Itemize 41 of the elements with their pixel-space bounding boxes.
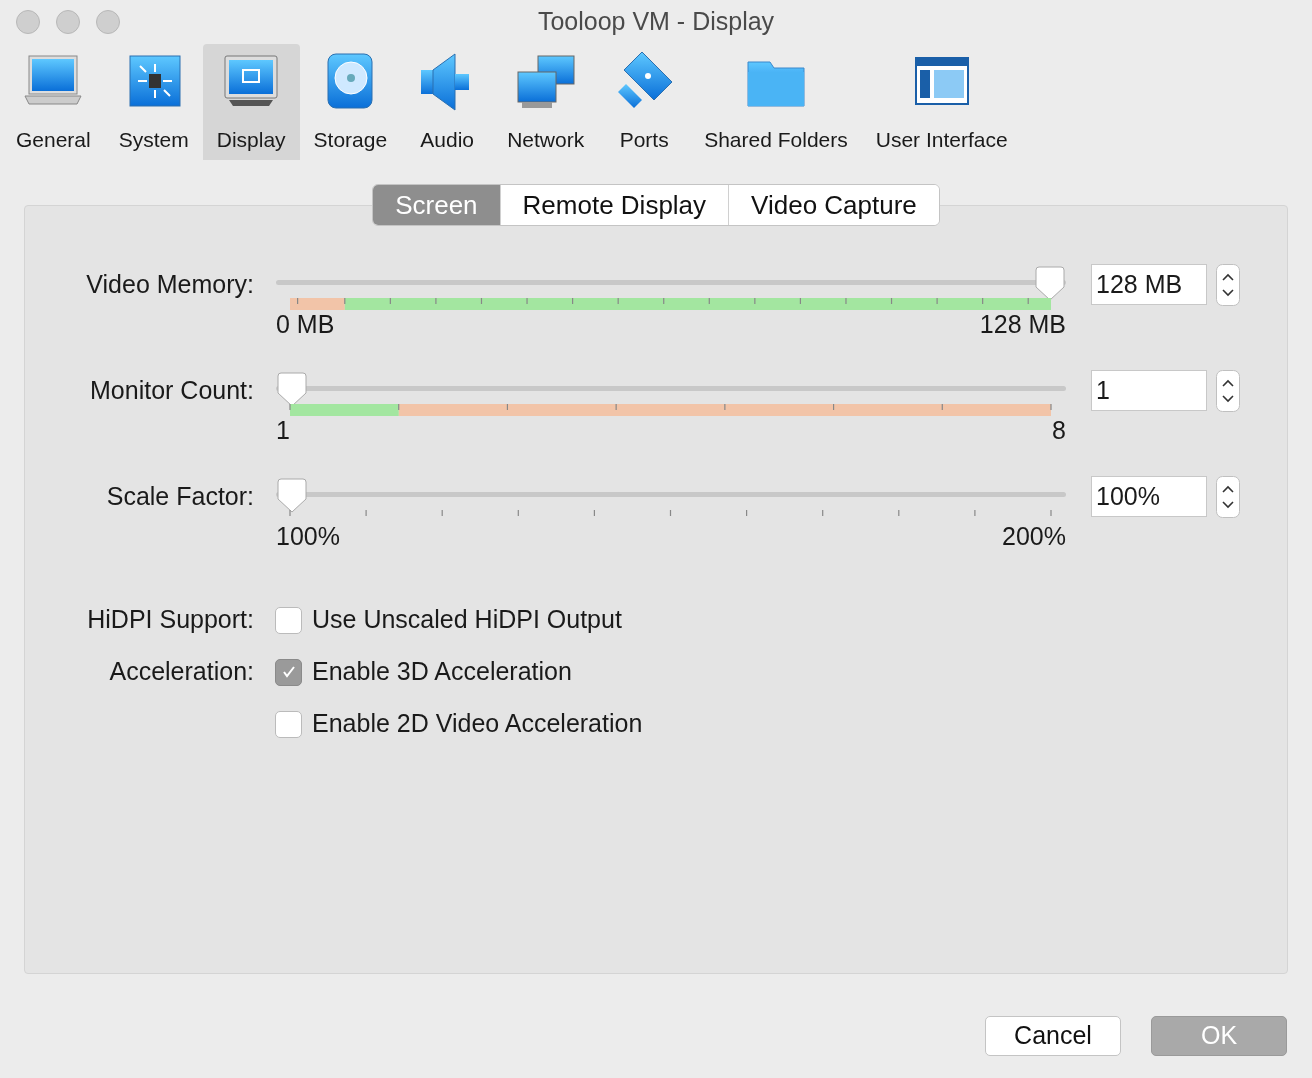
dialog-button[interactable]: Cancel xyxy=(985,1016,1121,1056)
toolbar-tab[interactable]: Audio xyxy=(401,44,494,160)
window-control[interactable] xyxy=(56,10,80,34)
slider-min-label: 1 xyxy=(276,418,290,443)
toolbar-tab[interactable]: System xyxy=(104,44,203,160)
slider-min-label: 0 MB xyxy=(276,312,335,337)
value-field[interactable]: 128 MB xyxy=(1091,264,1207,305)
window-title: Tooloop VM - Display xyxy=(537,6,775,38)
value-field[interactable]: 100% xyxy=(1091,476,1207,517)
slider-thumb[interactable] xyxy=(1034,266,1066,302)
toolbar-tab[interactable]: Display xyxy=(202,44,300,160)
toolbar-tab[interactable]: Network xyxy=(493,44,599,160)
checkbox-label: Enable 3D Acceleration xyxy=(312,656,572,688)
slider-max-label: 128 MB xyxy=(979,312,1066,337)
stepper-icon[interactable] xyxy=(1216,264,1240,306)
slider-max-label: 200% xyxy=(1002,524,1066,549)
checkbox[interactable] xyxy=(275,658,302,686)
toolbar-tab[interactable]: User Interface xyxy=(861,44,1022,160)
segment-tab[interactable]: Video Capture xyxy=(728,185,939,225)
value-field[interactable]: 1 xyxy=(1091,370,1207,411)
checkbox-label: Enable 2D Video Acceleration xyxy=(312,708,643,740)
checkmark-icon xyxy=(280,664,297,680)
field-label: Video Memory: xyxy=(85,269,254,297)
field-label: Acceleration: xyxy=(109,656,254,688)
checkbox[interactable] xyxy=(275,606,302,634)
slider-min-label: 100% xyxy=(276,524,340,549)
toolbar-tab[interactable]: Ports xyxy=(598,44,691,160)
field-label: HiDPI Support: xyxy=(87,604,254,636)
toolbar-tab[interactable]: Storage xyxy=(299,44,402,160)
field-label: Monitor Count: xyxy=(89,375,254,403)
checkbox[interactable] xyxy=(275,710,302,738)
window-control[interactable] xyxy=(16,10,40,34)
toolbar-tab[interactable]: Shared Folders xyxy=(690,44,862,160)
field-label: Scale Factor: xyxy=(105,481,254,509)
slider-max-label: 8 xyxy=(1052,418,1066,443)
toolbar-tab[interactable]: General xyxy=(2,44,105,160)
window-control[interactable] xyxy=(96,10,120,34)
checkbox-label: Use Unscaled HiDPI Output xyxy=(312,604,622,636)
stepper-icon[interactable] xyxy=(1216,370,1240,412)
stepper-icon[interactable] xyxy=(1216,476,1240,518)
slider-thumb[interactable] xyxy=(276,478,308,514)
